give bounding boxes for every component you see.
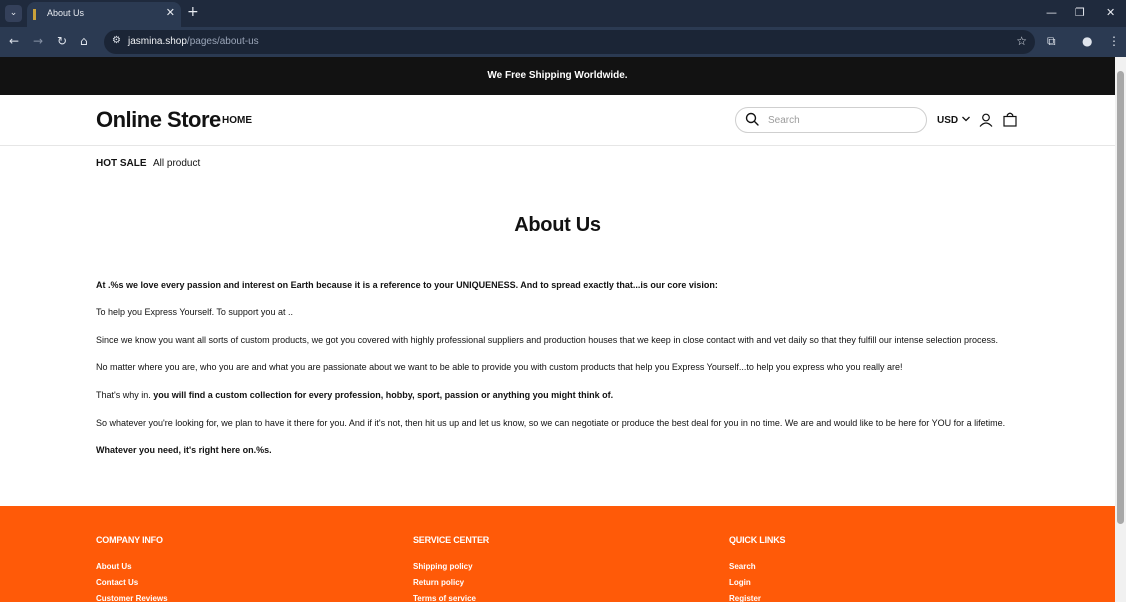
browser-menu-icon[interactable]: ⋮ [1108, 34, 1120, 48]
site-info-icon[interactable]: ⚙ [112, 35, 121, 46]
footer-quick-links: QUICK LINKS Search Login Register [729, 535, 786, 602]
new-tab-icon[interactable]: + [187, 4, 199, 20]
url-text[interactable]: jasmina.shop/pages/about-us [128, 36, 259, 47]
address-bar[interactable]: ⚙ jasmina.shop/pages/about-us ☆ [104, 30, 1035, 54]
page-viewport: We Free Shipping Worldwide. Online Store… [0, 57, 1115, 602]
announcement-text: We Free Shipping Worldwide. [487, 70, 628, 81]
paragraph-suppliers: Since we know you want all sorts of cust… [96, 335, 998, 345]
footer-link-about-us[interactable]: About Us [96, 562, 168, 578]
reload-icon[interactable]: ↻ [57, 34, 67, 48]
browser-toolbar: ← → ↻ ⌂ ⚙ jasmina.shop/pages/about-us ☆ … [0, 27, 1126, 57]
subnav-item-hot-sale[interactable]: HOT SALE [96, 158, 147, 169]
footer-link-customer-reviews[interactable]: Customer Reviews [96, 594, 168, 602]
browser-tab-active[interactable]: About Us ✕ [27, 2, 181, 27]
footer-service-center: SERVICE CENTER Shipping policy Return po… [413, 535, 489, 602]
tab-search-button[interactable]: ⌄ [5, 5, 22, 22]
bookmark-star-icon[interactable]: ☆ [1016, 34, 1027, 48]
footer-link-shipping-policy[interactable]: Shipping policy [413, 562, 489, 578]
favicon-icon [33, 9, 36, 20]
paragraph-support: To help you Express Yourself. To support… [96, 307, 293, 317]
profile-icon[interactable]: ● [1082, 34, 1092, 48]
footer-link-contact-us[interactable]: Contact Us [96, 578, 168, 594]
restore-icon[interactable]: ❐ [1075, 6, 1085, 19]
tab-title: About Us [47, 8, 85, 18]
cart-icon[interactable] [1003, 112, 1017, 127]
home-icon[interactable]: ⌂ [80, 34, 88, 48]
search-icon[interactable] [745, 112, 759, 126]
extensions-icon[interactable]: ⧉ [1047, 34, 1056, 49]
footer-heading-quick-links: QUICK LINKS [729, 535, 786, 545]
footer-link-terms-of-service[interactable]: Terms of service [413, 594, 489, 602]
footer-link-register[interactable]: Register [729, 594, 785, 602]
footer-link-search[interactable]: Search [729, 562, 785, 578]
minimize-icon[interactable]: — [1046, 6, 1057, 19]
scrollbar-thumb[interactable] [1117, 71, 1124, 524]
account-icon[interactable] [979, 113, 993, 127]
sub-navigation: HOT SALE All product [0, 146, 1115, 180]
paragraph-vision: At .%s we love every passion and interes… [96, 280, 718, 290]
search-box[interactable] [735, 107, 927, 133]
paragraph-lifetime: So whatever you're looking for, we plan … [96, 418, 1006, 428]
paragraph-collection: That's why in. you will find a custom co… [96, 390, 614, 400]
nav-home-link[interactable]: HOME [222, 115, 252, 126]
browser-tabstrip: ⌄ About Us ✕ + — ❐ ✕ [0, 0, 1126, 27]
search-input[interactable] [768, 113, 918, 127]
subnav-item-all-product[interactable]: All product [153, 158, 200, 169]
chevron-down-icon[interactable] [961, 115, 971, 123]
announcement-bar: We Free Shipping Worldwide. [0, 57, 1115, 95]
store-logo[interactable]: Online Store [96, 107, 221, 133]
paragraph-express: No matter where you are, who you are and… [96, 362, 903, 372]
site-footer: COMPANY INFO About Us Contact Us Custome… [0, 506, 1115, 602]
footer-link-return-policy[interactable]: Return policy [413, 578, 489, 594]
window-close-icon[interactable]: ✕ [1106, 6, 1115, 19]
currency-selector[interactable]: USD [937, 115, 958, 126]
forward-icon[interactable]: → [33, 34, 43, 48]
page-title: About Us [514, 214, 601, 236]
site-header: Online Store HOME USD [0, 95, 1115, 146]
footer-company-info: COMPANY INFO About Us Contact Us Custome… [96, 535, 168, 602]
page-scrollbar[interactable] [1115, 57, 1126, 602]
tab-close-icon[interactable]: ✕ [166, 6, 175, 19]
footer-link-login[interactable]: Login [729, 578, 785, 594]
paragraph-closing: Whatever you need, it's right here on.%s… [96, 445, 272, 455]
back-icon[interactable]: ← [9, 34, 19, 48]
footer-heading-service-center: SERVICE CENTER [413, 535, 490, 545]
footer-heading-company-info: COMPANY INFO [96, 535, 163, 545]
